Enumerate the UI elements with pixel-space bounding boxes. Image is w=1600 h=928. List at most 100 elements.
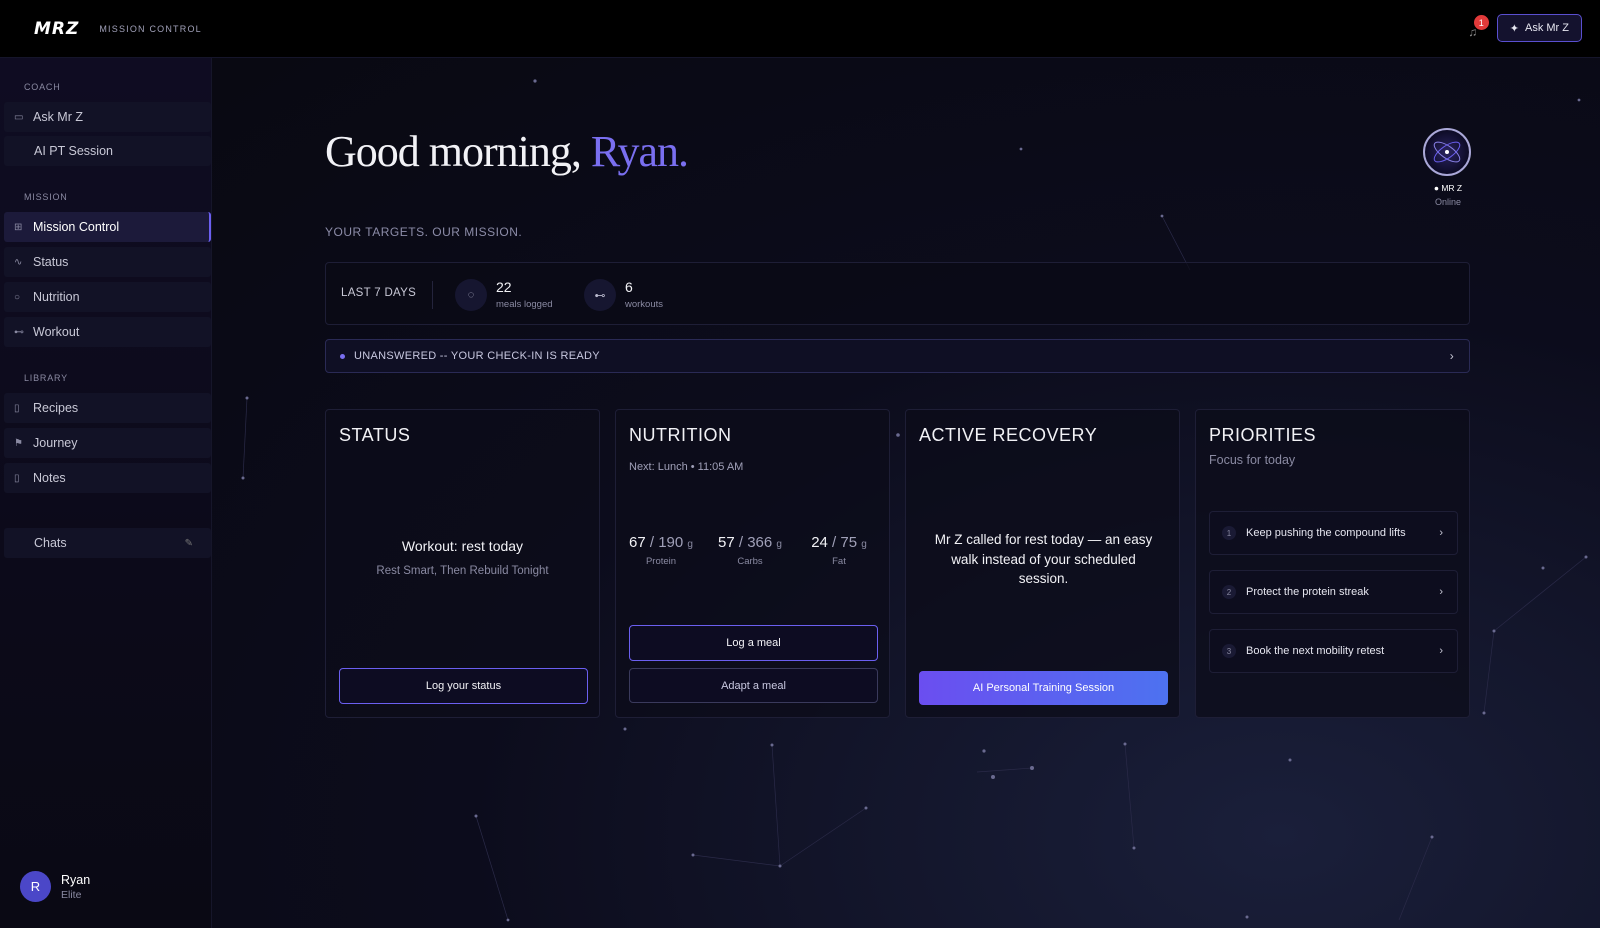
ask-mrz-button[interactable]: ✦ Ask Mr Z bbox=[1496, 14, 1582, 42]
macro-total: / 75 bbox=[832, 534, 858, 551]
stats-summary: LAST 7 DAYS ◌ 22 meals logged ⊷ 6 workou… bbox=[325, 262, 1470, 325]
priority-number: 2 bbox=[1222, 585, 1236, 599]
greeting-name: Ryan. bbox=[590, 127, 689, 176]
next-meal: Next: Lunch • 11:05 AM bbox=[629, 461, 744, 473]
dumbbell-icon: ⊷ bbox=[584, 279, 616, 311]
book-icon: ▯ bbox=[14, 402, 20, 414]
user-tier: Elite bbox=[61, 888, 82, 901]
priority-item-1[interactable]: 1 Keep pushing the compound lifts › bbox=[1209, 511, 1458, 555]
status-card-title: STATUS bbox=[339, 425, 411, 445]
orbit-icon bbox=[1433, 141, 1461, 163]
sidebar-item-label: Notes bbox=[33, 471, 66, 485]
priorities-card-title: PRIORITIES bbox=[1209, 425, 1317, 445]
macro-value: 24 bbox=[811, 534, 828, 551]
ai-training-session-button[interactable]: AI Personal Training Session bbox=[919, 671, 1168, 705]
priorities-subtitle: Focus for today bbox=[1209, 453, 1296, 467]
macro-unit: g bbox=[776, 539, 782, 550]
sidebar-item-label: Mission Control bbox=[33, 220, 120, 234]
log-status-button[interactable]: Log your status bbox=[339, 668, 588, 704]
macro-label: Fat bbox=[832, 556, 846, 567]
priority-item-3[interactable]: 3 Book the next mobility retest › bbox=[1209, 629, 1458, 673]
status-subtext: Rest Smart, Then Rebuild Tonight bbox=[376, 565, 549, 577]
priorities-card: PRIORITIES Focus for today 1 Keep pushin… bbox=[1195, 409, 1470, 718]
sidebar-item-status[interactable]: ∿ Status bbox=[4, 247, 211, 277]
sidebar-item-label: Journey bbox=[33, 436, 78, 450]
recovery-card-title: ACTIVE RECOVERY bbox=[919, 425, 1098, 445]
sidebar-item-chats[interactable]: Chats ✎ bbox=[4, 528, 211, 558]
sidebar-item-ask-mrz[interactable]: ▭ Ask Mr Z bbox=[4, 102, 211, 132]
sidebar-item-label: Nutrition bbox=[33, 290, 80, 304]
avatar: R bbox=[20, 871, 51, 902]
mrz-name: ● MR Z bbox=[1433, 183, 1463, 193]
status-card: STATUS Workout: rest today Rest Smart, T… bbox=[325, 409, 600, 718]
section-label-library: LIBRARY bbox=[24, 373, 68, 383]
sidebar-item-ai-pt-session[interactable]: AI PT Session bbox=[4, 136, 211, 166]
section-label-mission: MISSION bbox=[24, 192, 68, 202]
notebook-icon: ▯ bbox=[14, 472, 20, 484]
checkin-banner[interactable]: UNANSWERED -- YOUR CHECK-IN IS READY › bbox=[325, 339, 1470, 373]
sparkle-icon: ✦ bbox=[1509, 22, 1519, 35]
grid-icon: ⊞ bbox=[14, 221, 23, 233]
chevron-right-icon: › bbox=[1439, 527, 1443, 539]
macro-unit: g bbox=[687, 539, 693, 550]
nutrition-card-title: NUTRITION bbox=[629, 425, 732, 445]
sidebar-item-label: Ask Mr Z bbox=[33, 110, 83, 124]
nutrition-card: NUTRITION Next: Lunch • 11:05 AM 67 / 19… bbox=[615, 409, 890, 718]
stats-divider bbox=[432, 281, 433, 309]
sidebar-item-workout[interactable]: ⊷ Workout bbox=[4, 317, 211, 347]
user-name: Ryan bbox=[61, 872, 91, 887]
macro-total: / 190 bbox=[649, 534, 684, 551]
meals-logged-count: 22 bbox=[496, 279, 512, 295]
priority-number: 3 bbox=[1222, 644, 1236, 658]
notifications-button[interactable]: ♫ 1 bbox=[1463, 15, 1489, 39]
macro-unit: g bbox=[861, 539, 867, 550]
adapt-meal-button[interactable]: Adapt a meal bbox=[629, 668, 878, 703]
priority-label: Protect the protein streak bbox=[1246, 586, 1369, 598]
macro-total: / 366 bbox=[738, 534, 773, 551]
priority-item-2[interactable]: 2 Protect the protein streak › bbox=[1209, 570, 1458, 614]
sidebar: COACH ▭ Ask Mr Z AI PT Session MISSION ⊞… bbox=[0, 58, 212, 928]
chevron-right-icon: › bbox=[1439, 645, 1443, 657]
sidebar-item-label: AI PT Session bbox=[34, 144, 113, 158]
recovery-text: Mr Z called for rest today — an easy wal… bbox=[934, 532, 1153, 586]
priority-label: Keep pushing the compound lifts bbox=[1246, 527, 1406, 539]
macro-label: Protein bbox=[645, 556, 677, 567]
notification-badge: 1 bbox=[1473, 15, 1489, 30]
priority-number: 1 bbox=[1222, 526, 1236, 540]
recovery-card: ACTIVE RECOVERY Mr Z called for rest tod… bbox=[905, 409, 1180, 718]
macro-value: 57 bbox=[718, 534, 735, 551]
sidebar-item-mission-control[interactable]: ⊞ Mission Control bbox=[4, 212, 211, 242]
greeting-text: Good morning, bbox=[325, 127, 582, 176]
apple-icon: ◌ bbox=[455, 279, 487, 311]
workouts-label: workouts bbox=[625, 299, 664, 310]
user-profile[interactable]: R Ryan Elite bbox=[20, 871, 90, 902]
sidebar-item-label: Chats bbox=[34, 536, 67, 550]
sidebar-item-label: Status bbox=[33, 255, 69, 269]
sidebar-item-notes[interactable]: ▯ Notes bbox=[4, 463, 211, 493]
macro-protein: 67 / 190 g Protein bbox=[626, 534, 696, 567]
macro-value: 67 bbox=[629, 534, 646, 551]
apple-icon: ○ bbox=[14, 291, 21, 303]
app-subtitle: MISSION CONTROL bbox=[99, 23, 202, 34]
app-logo[interactable]: MRZ bbox=[34, 19, 79, 39]
sidebar-item-recipes[interactable]: ▯ Recipes bbox=[4, 393, 211, 423]
dumbbell-icon: ⊷ bbox=[14, 326, 24, 338]
sidebar-item-label: Workout bbox=[33, 325, 80, 339]
sidebar-item-nutrition[interactable]: ○ Nutrition bbox=[4, 282, 211, 312]
section-label-coach: COACH bbox=[24, 82, 61, 92]
workouts-count: 6 bbox=[625, 279, 633, 295]
edit-icon[interactable]: ✎ bbox=[185, 538, 193, 549]
macro-fat: 24 / 75 g Fat bbox=[804, 534, 874, 567]
log-meal-button[interactable]: Log a meal bbox=[629, 625, 878, 661]
ask-mrz-label: Ask Mr Z bbox=[1525, 22, 1569, 34]
stats-period: LAST 7 DAYS bbox=[341, 287, 417, 299]
flag-icon: ⚑ bbox=[14, 437, 23, 449]
chat-icon: ▭ bbox=[14, 111, 24, 123]
status-dot bbox=[340, 353, 345, 359]
chevron-right-icon: › bbox=[1449, 349, 1454, 363]
mrz-avatar[interactable] bbox=[1423, 128, 1471, 176]
top-actions: ♫ 1 ✦ Ask Mr Z bbox=[1463, 14, 1582, 42]
priority-label: Book the next mobility retest bbox=[1246, 645, 1385, 657]
sidebar-item-journey[interactable]: ⚑ Journey bbox=[4, 428, 211, 458]
status-headline: Workout: rest today bbox=[401, 538, 524, 554]
